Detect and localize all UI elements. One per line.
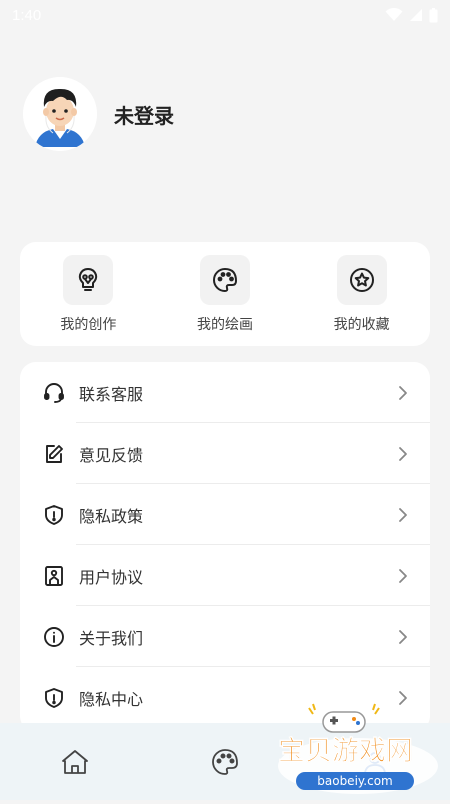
info-icon	[43, 626, 65, 648]
gamepad-icon	[308, 703, 380, 733]
login-status[interactable]: 未登录	[114, 100, 174, 129]
menu-item-label: 关于我们	[79, 628, 144, 648]
edit-note-icon	[43, 443, 65, 465]
shield-icon	[43, 687, 65, 709]
menu-item-user-agreement[interactable]: 用户协议	[20, 545, 430, 606]
lightbulb-icon	[63, 255, 114, 305]
palette-icon	[200, 255, 250, 305]
quick-item-label: 我的收藏	[333, 317, 390, 333]
wifi-icon	[385, 8, 403, 21]
menu-item-privacy-policy[interactable]: 隐私政策	[20, 484, 430, 545]
status-bar: 1:40	[0, 0, 450, 30]
chevron-right-icon	[398, 568, 410, 584]
quick-item-label: 我的绘画	[197, 317, 253, 333]
chevron-right-icon	[398, 507, 410, 523]
my-creations-button[interactable]: 我的创作	[20, 242, 157, 346]
profile-header[interactable]: 未登录	[23, 77, 174, 151]
status-time: 1:40	[12, 6, 42, 24]
watermark-url: baobeiy.com	[317, 774, 392, 788]
home-icon	[62, 749, 88, 774]
menu-item-feedback[interactable]: 意见反馈	[20, 423, 430, 484]
star-icon	[336, 255, 387, 305]
watermark-title: 宝贝游戏网	[278, 735, 413, 767]
chevron-right-icon	[398, 385, 410, 401]
watermark-logo: 宝贝游戏网 baobeiy.com	[268, 700, 450, 800]
my-favorites-button[interactable]: 我的收藏	[293, 242, 430, 346]
status-icons	[385, 7, 438, 23]
menu-item-label: 隐私政策	[79, 506, 144, 526]
quick-actions-card: 我的创作 我的绘画 我的收藏	[20, 242, 430, 346]
shield-icon	[43, 504, 65, 526]
menu-item-label: 联系客服	[79, 384, 144, 404]
my-paintings-button[interactable]: 我的绘画	[157, 242, 294, 346]
menu-item-label: 用户协议	[79, 567, 144, 587]
avatar[interactable]	[23, 77, 97, 151]
chevron-right-icon	[398, 446, 410, 462]
menu-item-about-us[interactable]: 关于我们	[20, 606, 430, 667]
bookmark-icon	[43, 565, 65, 587]
battery-icon	[429, 7, 438, 22]
menu-item-contact-support[interactable]: 联系客服	[20, 362, 430, 423]
quick-item-label: 我的创作	[60, 317, 117, 333]
palette-icon	[212, 748, 238, 775]
settings-menu: 联系客服 意见反馈 隐私政策 用户协议 关于我们 隐私中心	[20, 362, 430, 732]
menu-item-label: 意见反馈	[79, 445, 144, 465]
headset-icon	[43, 382, 65, 404]
signal-icon	[410, 9, 422, 21]
nav-home[interactable]	[0, 723, 150, 800]
chevron-right-icon	[398, 629, 410, 645]
